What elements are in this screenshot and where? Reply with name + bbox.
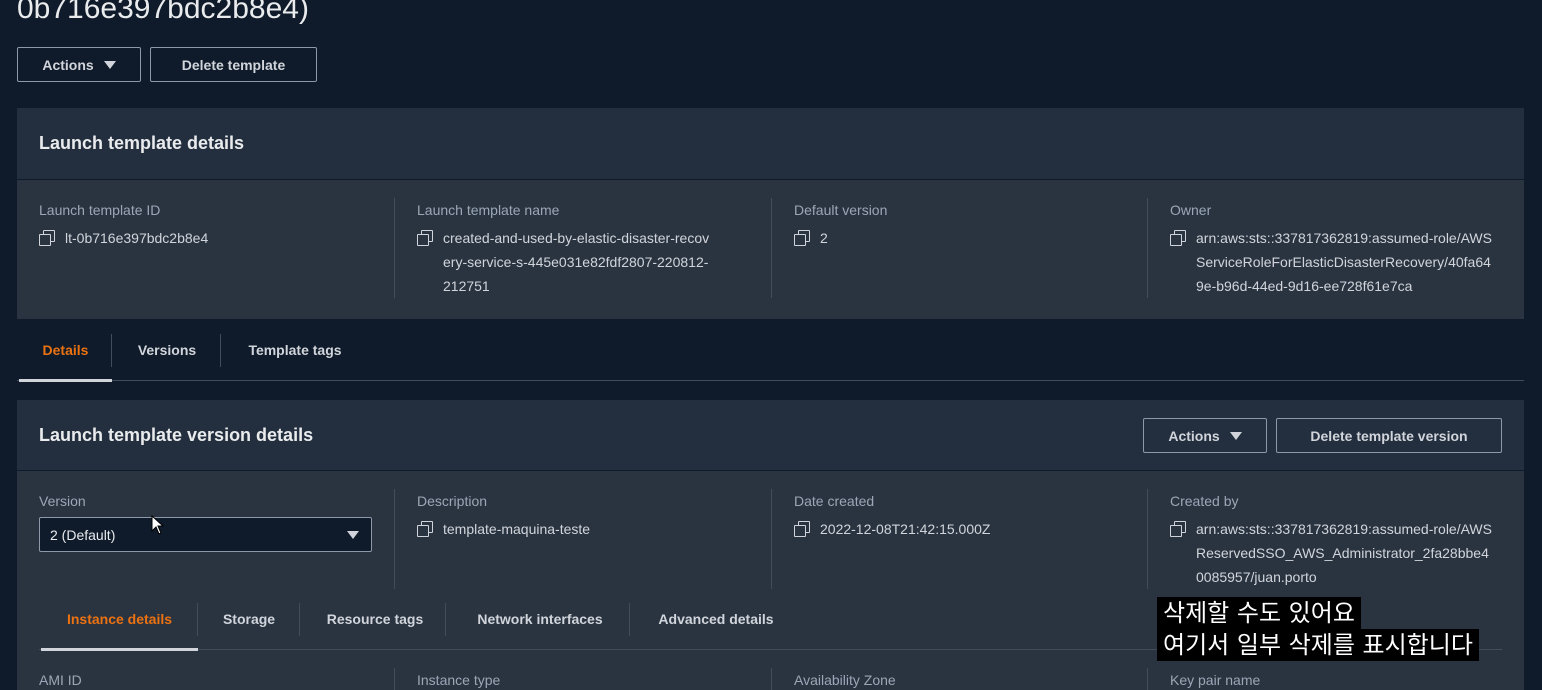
tab-separator <box>220 334 221 367</box>
copy-icon[interactable] <box>794 230 810 246</box>
caret-down-icon <box>1229 431 1242 440</box>
tab-separator <box>197 603 198 636</box>
field-label: Instance type <box>417 672 501 688</box>
field-label: Owner <box>1170 202 1212 218</box>
version-select[interactable]: 2 (Default) <box>39 517 372 552</box>
panel-header: Launch template version details Actions … <box>17 400 1524 471</box>
field-value-row: arn:aws:sts::337817362819:assumed-role/A… <box>1170 517 1510 589</box>
field-label: Default version <box>794 202 888 218</box>
field-value: arn:aws:sts::337817362819:assumed-role/A… <box>1196 521 1492 585</box>
column-divider <box>1147 668 1148 690</box>
copy-icon[interactable] <box>1170 230 1186 246</box>
field-instance-type: Instance type <box>417 672 500 688</box>
subtitle-line-2: 여기서 일부 삭제를 표시합니다 <box>1157 629 1479 661</box>
copy-icon[interactable] <box>417 521 433 537</box>
field-description: Description template-maquina-teste <box>417 493 757 541</box>
field-key-pair-name: Key pair name <box>1170 672 1260 688</box>
field-value: 2022-12-08T21:42:15.000Z <box>820 521 991 537</box>
tab-separator <box>445 603 446 636</box>
field-value: arn:aws:sts::337817362819:assumed-role/A… <box>1196 230 1492 294</box>
actions-button[interactable]: Actions <box>17 47 141 82</box>
field-label: Availability Zone <box>794 672 896 688</box>
field-label: Launch template ID <box>39 202 161 218</box>
panel-title: Launch template details <box>39 133 245 153</box>
field-availability-zone: Availability Zone <box>794 672 896 688</box>
delete-version-button-label: Delete template version <box>1310 427 1468 444</box>
panel-header: Launch template details <box>17 108 1524 180</box>
copy-icon[interactable] <box>1170 521 1186 537</box>
field-value-row: template-maquina-teste <box>417 517 757 541</box>
field-value-row: 2022-12-08T21:42:15.000Z <box>794 517 1134 541</box>
subtab-network-interfaces[interactable]: Network interfaces <box>455 588 625 650</box>
field-template-name: Launch template name created-and-used-by… <box>417 202 727 298</box>
caret-down-icon <box>103 60 116 69</box>
field-value: template-maquina-teste <box>443 521 591 537</box>
tab-details[interactable]: Details <box>19 319 112 382</box>
column-divider <box>1147 489 1148 589</box>
field-value: lt-0b716e397bdc2b8e4 <box>65 230 209 246</box>
tab-versions[interactable]: Versions <box>121 319 213 381</box>
column-divider <box>394 668 395 690</box>
panel-body: Launch template ID lt-0b716e397bdc2b8e4 … <box>17 180 1524 319</box>
subtitle-line-1: 삭제할 수도 있어요 <box>1157 597 1361 629</box>
field-value-row: arn:aws:sts::337817362819:assumed-role/A… <box>1170 226 1510 298</box>
mouse-pointer-icon <box>151 515 165 535</box>
column-divider <box>1147 198 1148 298</box>
field-ami-id: AMI ID <box>39 672 82 688</box>
field-value: created-and-used-by-elastic-disaster-rec… <box>443 230 710 294</box>
caret-down-icon <box>347 530 359 539</box>
actions-button-label: Actions <box>42 56 94 73</box>
field-created-by: Created by arn:aws:sts::337817362819:ass… <box>1170 493 1510 589</box>
subtab-advanced-details[interactable]: Advanced details <box>639 588 793 650</box>
field-label: Description <box>417 493 488 509</box>
column-divider <box>771 198 772 298</box>
column-divider <box>394 489 395 589</box>
field-version: Version 2 (Default) <box>39 493 379 552</box>
field-value-row: lt-0b716e397bdc2b8e4 <box>39 226 379 250</box>
tab-bar: Details Versions Template tags <box>17 319 1524 382</box>
delete-template-version-button[interactable]: Delete template version <box>1276 418 1502 453</box>
field-label: Launch template name <box>417 202 560 218</box>
launch-template-details-panel: Launch template details Launch template … <box>17 108 1524 319</box>
subtab-resource-tags[interactable]: Resource tags <box>309 588 441 650</box>
field-label: AMI ID <box>39 672 82 688</box>
field-label: Date created <box>794 493 875 509</box>
field-label: Version <box>39 493 86 509</box>
field-date-created: Date created 2022-12-08T21:42:15.000Z <box>794 493 1134 541</box>
column-divider <box>771 668 772 690</box>
field-template-id: Launch template ID lt-0b716e397bdc2b8e4 <box>39 202 379 250</box>
field-value: 2 <box>820 230 828 246</box>
panel-title: Launch template version details <box>39 425 314 445</box>
field-value-row: created-and-used-by-elastic-disaster-rec… <box>417 226 727 298</box>
column-divider <box>771 489 772 589</box>
subtab-storage[interactable]: Storage <box>207 588 291 650</box>
delete-template-button-label: Delete template <box>181 56 286 73</box>
field-value-row: 2 <box>794 226 1134 250</box>
field-label: Created by <box>1170 493 1239 509</box>
field-default-version: Default version 2 <box>794 202 1134 250</box>
version-actions-button[interactable]: Actions <box>1143 418 1267 453</box>
tab-template-tags[interactable]: Template tags <box>231 319 359 381</box>
tab-separator <box>629 603 630 636</box>
actions-button-label: Actions <box>1168 427 1220 444</box>
page-title: 0b716e397bdc2b8e4) <box>17 0 309 25</box>
field-owner: Owner arn:aws:sts::337817362819:assumed-… <box>1170 202 1510 298</box>
subtab-instance-details[interactable]: Instance details <box>41 588 198 651</box>
version-select-value: 2 (Default) <box>50 526 116 543</box>
copy-icon[interactable] <box>417 230 433 246</box>
copy-icon[interactable] <box>794 521 810 537</box>
tab-separator <box>299 603 300 636</box>
column-divider <box>394 198 395 298</box>
field-label: Key pair name <box>1170 672 1261 688</box>
copy-icon[interactable] <box>39 230 55 246</box>
tab-separator <box>111 334 112 367</box>
delete-template-button[interactable]: Delete template <box>150 47 317 82</box>
